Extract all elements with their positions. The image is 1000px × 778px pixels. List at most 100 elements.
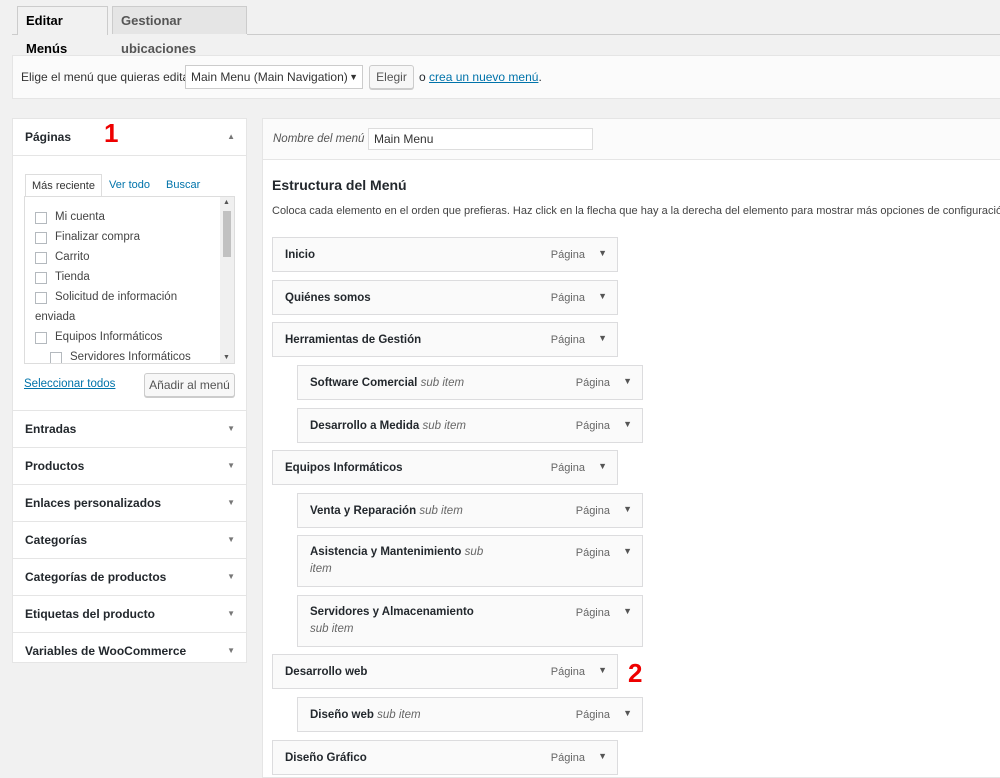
checkbox[interactable] xyxy=(35,292,47,304)
menu-item-title: Equipos Informáticos xyxy=(285,462,403,474)
chevron-down-icon[interactable]: ▼ xyxy=(623,504,632,514)
menu-item[interactable]: Desarrollo web Página ▼ xyxy=(272,654,618,689)
accordion-entradas[interactable]: Entradas ▼ xyxy=(13,411,246,448)
tab-ver-todo[interactable]: Ver todo xyxy=(103,174,156,196)
checkbox[interactable] xyxy=(35,332,47,344)
menu-name-label: Nombre del menú xyxy=(273,133,365,145)
chevron-down-icon[interactable]: ▼ xyxy=(598,291,607,301)
menu-item[interactable]: Servidores y Almacenamiento sub item Pág… xyxy=(297,595,643,647)
accordion-categorias-productos[interactable]: Categorías de productos ▼ xyxy=(13,559,246,596)
period-text: . xyxy=(538,70,542,84)
or-text: o xyxy=(419,70,426,84)
menu-item-type: Página xyxy=(550,292,585,304)
chevron-down-icon[interactable]: ▼ xyxy=(598,461,607,471)
section-label: Enlaces personalizados xyxy=(25,496,162,510)
checkbox[interactable] xyxy=(35,212,47,224)
chevron-down-icon: ▼ xyxy=(227,646,235,655)
menu-item[interactable]: Venta y Reparación sub item Página ▼ xyxy=(297,493,643,528)
chevron-down-icon[interactable]: ▼ xyxy=(598,751,607,761)
menu-item-type: Página xyxy=(575,547,610,559)
list-item: Mi cuenta xyxy=(55,211,105,223)
section-label: Categorías de productos xyxy=(25,570,167,584)
sub-item-label: sub item xyxy=(419,505,463,517)
checkbox[interactable] xyxy=(50,352,62,363)
chevron-down-icon: ▼ xyxy=(227,535,235,544)
pages-box-header[interactable]: Páginas ▲ xyxy=(13,119,246,156)
scrollbar-thumb[interactable] xyxy=(223,211,231,257)
checkbox[interactable] xyxy=(35,232,47,244)
menu-item[interactable]: Inicio Página ▼ xyxy=(272,237,618,272)
menu-item-title: Diseño web xyxy=(310,709,374,721)
list-item: Servidores Informáticos xyxy=(70,351,191,363)
chevron-down-icon: ▼ xyxy=(227,498,235,507)
structure-title: Estructura del Menú xyxy=(272,177,407,193)
menu-item[interactable]: Asistencia y Mantenimiento sub item Pági… xyxy=(297,535,643,587)
chevron-down-icon[interactable]: ▼ xyxy=(623,708,632,718)
tab-editar-menus[interactable]: Editar Menús xyxy=(17,6,108,56)
list-item: Tienda xyxy=(55,271,90,283)
pages-list-scrollbar[interactable]: ▲ ▼ xyxy=(220,197,234,363)
menu-item[interactable]: Herramientas de Gestión Página ▼ xyxy=(272,322,618,357)
menu-item[interactable]: Diseño web sub item Página ▼ xyxy=(297,697,643,732)
menu-item-title: Herramientas de Gestión xyxy=(285,334,422,346)
menu-item-type: Página xyxy=(575,709,610,721)
tab-divider xyxy=(247,34,1000,35)
accordion-variables-woocommerce[interactable]: Variables de WooCommerce ▼ xyxy=(13,633,246,669)
chevron-down-icon[interactable]: ▼ xyxy=(598,665,607,675)
menu-select-label: Elige el menú que quieras editar: xyxy=(21,70,197,84)
menu-item-type: Página xyxy=(575,607,610,619)
sub-item-label: sub item xyxy=(420,377,465,389)
sub-item-label: sub item xyxy=(377,709,421,721)
menu-item-title: Desarrollo web xyxy=(285,666,368,678)
create-menu-link[interactable]: crea un nuevo menú xyxy=(429,70,538,84)
chevron-down-icon[interactable]: ▼ xyxy=(598,248,607,258)
chevron-down-icon: ▼ xyxy=(227,461,235,470)
scroll-up-icon[interactable]: ▲ xyxy=(223,199,230,206)
chevron-down-icon[interactable]: ▼ xyxy=(623,419,632,429)
elegir-button[interactable]: Elegir xyxy=(369,65,414,89)
menu-select-dropdown[interactable]: Main Menu (Main Navigation) ▼ xyxy=(185,65,363,89)
list-item: Finalizar compra xyxy=(55,231,140,243)
list-item: enviada xyxy=(35,311,76,323)
tab-mas-reciente[interactable]: Más reciente xyxy=(25,174,102,198)
menu-item-title: Asistencia y Mantenimiento xyxy=(310,546,462,558)
menu-item-title: Diseño Gráfico xyxy=(285,752,367,764)
checkbox[interactable] xyxy=(35,252,47,264)
list-item: Solicitud de información xyxy=(55,291,178,303)
sub-item-label: sub item xyxy=(422,420,466,432)
tab-gestionar-ubicaciones[interactable]: Gestionar ubicaciones xyxy=(112,6,247,56)
menu-item-title: Quiénes somos xyxy=(285,292,371,304)
create-menu-text: o crea un nuevo menú. xyxy=(419,70,542,84)
add-to-menu-button[interactable]: Añadir al menú xyxy=(144,373,235,397)
menu-item[interactable]: Quiénes somos Página ▼ xyxy=(272,280,618,315)
menu-item-title: Desarrollo a Medida xyxy=(310,420,420,432)
menu-item[interactable]: Equipos Informáticos Página ▼ xyxy=(272,450,618,485)
chevron-down-icon[interactable]: ▼ xyxy=(623,376,632,386)
select-all-link[interactable]: Seleccionar todos xyxy=(24,378,115,390)
menu-item[interactable]: Desarrollo a Medida sub item Página ▼ xyxy=(297,408,643,443)
scroll-down-icon[interactable]: ▼ xyxy=(223,354,230,361)
accordion-categorias[interactable]: Categorías ▼ xyxy=(13,522,246,559)
annotation-1: 1 xyxy=(104,118,119,148)
menu-item-type: Página xyxy=(550,249,585,261)
tab-buscar[interactable]: Buscar xyxy=(160,174,206,196)
menu-name-input[interactable]: Main Menu xyxy=(368,128,593,150)
section-label: Variables de WooCommerce xyxy=(25,644,187,658)
list-item: Equipos Informáticos xyxy=(55,331,163,343)
chevron-up-icon: ▲ xyxy=(227,132,235,141)
accordion-etiquetas-producto[interactable]: Etiquetas del producto ▼ xyxy=(13,596,246,633)
chevron-down-icon[interactable]: ▼ xyxy=(623,546,632,556)
menu-item[interactable]: Software Comercial sub item Página ▼ xyxy=(297,365,643,400)
menu-item[interactable]: Diseño Gráfico Página ▼ xyxy=(272,740,618,775)
chevron-down-icon[interactable]: ▼ xyxy=(598,333,607,343)
accordion-enlaces-personalizados[interactable]: Enlaces personalizados ▼ xyxy=(13,485,246,522)
list-item: Carrito xyxy=(55,251,90,263)
pages-title: Páginas xyxy=(25,130,72,144)
checkbox[interactable] xyxy=(35,272,47,284)
chevron-down-icon[interactable]: ▼ xyxy=(623,606,632,616)
menu-item-type: Página xyxy=(550,666,585,678)
menu-item-type: Página xyxy=(550,752,585,764)
sub-item-label: sub item xyxy=(310,623,354,635)
menu-select-value: Main Menu (Main Navigation) xyxy=(191,70,348,84)
accordion-productos[interactable]: Productos ▼ xyxy=(13,448,246,485)
